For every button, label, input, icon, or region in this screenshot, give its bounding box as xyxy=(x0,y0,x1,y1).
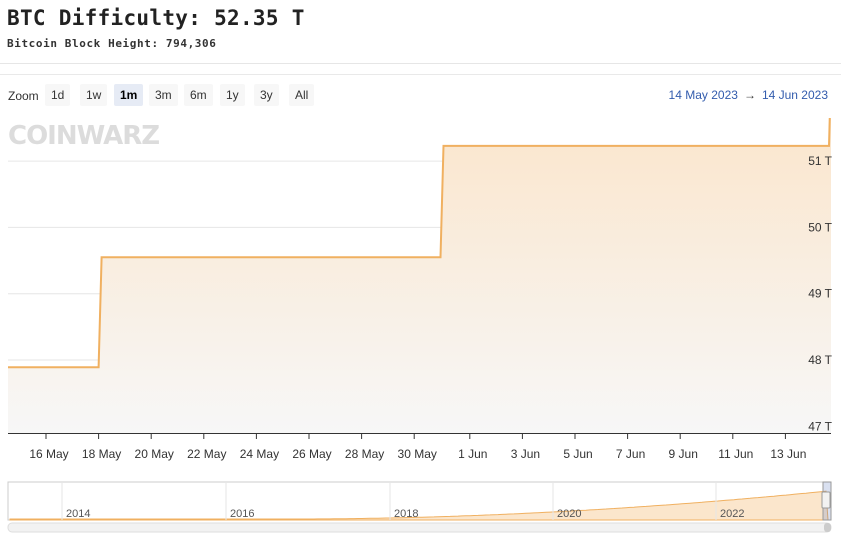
date-range: 14 May 2023 → 14 Jun 2023 xyxy=(669,88,828,102)
range-arrow-icon: → xyxy=(743,88,756,102)
zoom-label: Zoom xyxy=(8,89,39,103)
zoom-button-6m[interactable]: 6m xyxy=(184,84,213,106)
range-to-input[interactable]: 14 Jun 2023 xyxy=(762,88,828,102)
zoom-button-all[interactable]: All xyxy=(289,84,315,106)
x-tick-label: 1 Jun xyxy=(458,447,487,461)
block-height-label: Bitcoin Block Height: 794,306 xyxy=(7,37,217,50)
zoom-button-3y[interactable]: 3y xyxy=(254,84,279,106)
navigator-tick-label: 2020 xyxy=(557,508,581,520)
zoom-button-1y[interactable]: 1y xyxy=(220,84,245,106)
coinwarz-watermark: COINWARZ xyxy=(8,121,159,151)
x-tick-label: 7 Jun xyxy=(616,447,645,461)
y-tick-label: 47 T xyxy=(808,419,832,433)
difficulty-area xyxy=(8,118,831,433)
x-tick-label: 18 May xyxy=(82,447,121,461)
scrollbar-thumb[interactable] xyxy=(824,523,831,532)
x-tick-label: 11 Jun xyxy=(718,447,753,461)
x-tick-label: 24 May xyxy=(240,447,279,461)
x-tick-label: 28 May xyxy=(345,447,384,461)
x-tick-label: 16 May xyxy=(29,447,68,461)
x-tick-label: 3 Jun xyxy=(511,447,540,461)
page-title: BTC Difficulty: 52.35 T xyxy=(7,6,305,30)
page-header: BTC Difficulty: 52.35 T Bitcoin Block He… xyxy=(0,0,841,64)
navigator-handle[interactable] xyxy=(821,491,831,509)
x-tick-label: 26 May xyxy=(292,447,331,461)
navigator-tick-label: 2022 xyxy=(720,508,744,520)
scrollbar-track[interactable] xyxy=(7,522,832,533)
range-from-input[interactable]: 14 May 2023 xyxy=(669,88,738,102)
navigator-tick-label: 2016 xyxy=(230,508,254,520)
x-axis: 16 May 18 May 20 May 22 May 24 May 26 May 28 M… xyxy=(29,433,806,461)
zoom-button-1m[interactable]: 1m xyxy=(114,84,144,106)
y-tick-label: 50 T xyxy=(808,220,832,234)
y-tick-label: 51 T xyxy=(808,154,832,168)
navigator[interactable]: 2014 2016 2018 2020 2022 xyxy=(7,481,832,533)
navigator-tick-label: 2018 xyxy=(394,508,418,520)
navigator-tick-label: 2014 xyxy=(66,508,90,520)
x-tick-label: 22 May xyxy=(187,447,226,461)
y-tick-label: 49 T xyxy=(808,287,832,301)
zoom-button-1w[interactable]: 1w xyxy=(80,84,108,106)
zoom-button-1d[interactable]: 1d xyxy=(45,84,71,106)
x-tick-label: 13 Jun xyxy=(770,447,806,461)
x-tick-label: 9 Jun xyxy=(669,447,698,461)
x-tick-label: 20 May xyxy=(135,447,174,461)
difficulty-chart: COINWARZ 47 T 48 T 49 T 50 T 51 T 16 May 18 M… xyxy=(7,118,833,533)
x-tick-label: 30 May xyxy=(398,447,437,461)
x-tick-label: 5 Jun xyxy=(563,447,592,461)
y-tick-label: 48 T xyxy=(808,353,832,367)
zoom-button-3m[interactable]: 3m xyxy=(149,84,178,106)
